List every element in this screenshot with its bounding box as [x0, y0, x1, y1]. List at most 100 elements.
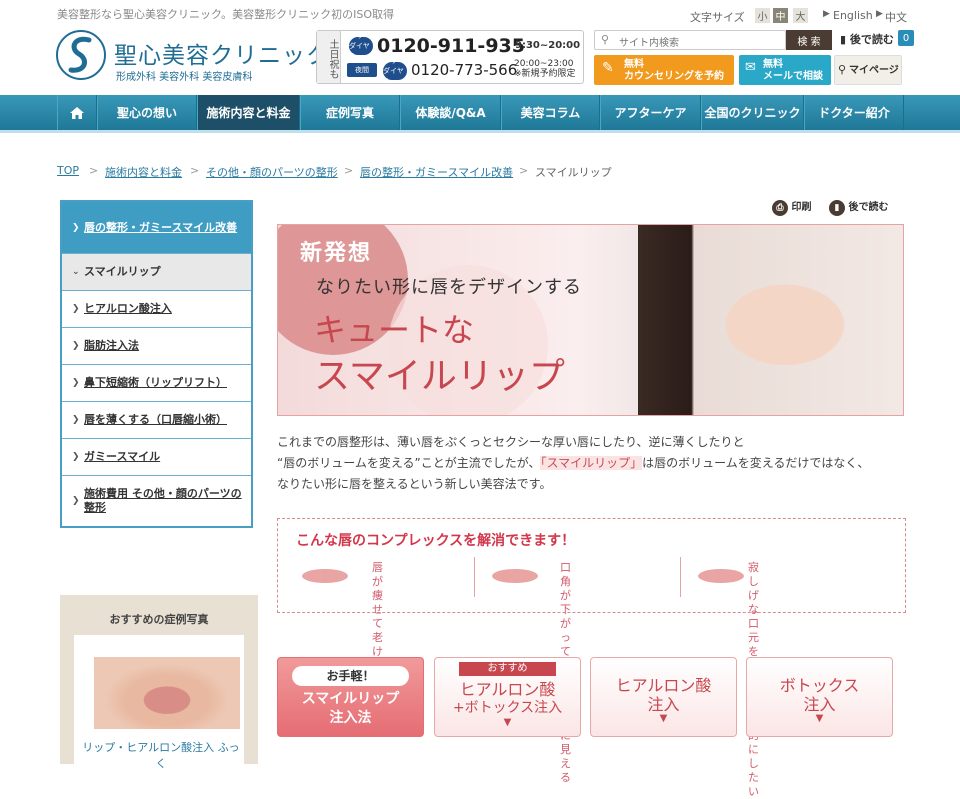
lang-english-link[interactable]: English: [833, 9, 873, 22]
smile-lip-injection-button[interactable]: お手軽！ スマイルリップ 注入法: [277, 657, 424, 737]
chevron-right-icon: ❯: [72, 452, 80, 462]
button-label: ヒアルロン酸: [615, 676, 712, 695]
sidebar-item-label: 鼻下短縮術（リップリフト）: [84, 376, 227, 389]
chevron-down-icon: ⌄: [72, 267, 80, 277]
read-later-label: 後で読む: [848, 202, 889, 213]
mail-free-label: 無料: [763, 59, 783, 70]
weekend-label: 土日祝も: [317, 31, 341, 83]
search-input[interactable]: [595, 34, 755, 53]
sidebar-item-fat-injection[interactable]: ❯ 脂肪注入法: [62, 328, 251, 365]
nav-treatments[interactable]: 施術内容と料金: [197, 95, 300, 130]
botox-injection-button[interactable]: ボトックス 注入 ▼: [746, 657, 893, 737]
print-label: 印刷: [791, 202, 812, 213]
hero-banner: 新発想 なりたい形に唇をデザインする キュートな スマイルリップ: [277, 224, 904, 416]
free-dial-icon-night: フリーダイヤル: [383, 57, 407, 85]
print-button[interactable]: ⎙ 印刷: [772, 198, 811, 216]
mail-icon: ✉: [745, 60, 756, 75]
counseling-reservation-button[interactable]: ✎ 無料 カウンセリングを予約: [594, 55, 734, 85]
button-label: ヒアルロン酸: [459, 680, 556, 699]
chevron-right-icon: ❯: [72, 378, 80, 388]
sidebar-item-label: ガミースマイル: [84, 450, 161, 463]
chevron-right-icon: ❯: [72, 496, 80, 506]
breadcrumb-lips[interactable]: 唇の整形・ガミースマイル改善: [360, 164, 513, 180]
phone-hours-main: 9:30~20:00: [515, 40, 581, 51]
nav-aftercare[interactable]: アフターケア: [600, 95, 701, 130]
mail-consultation-button[interactable]: ✉ 無料 メールで相談: [739, 55, 831, 85]
hero-title-line2: スマイルリップ: [314, 356, 565, 397]
read-later-button[interactable]: ▮ 後で読む: [829, 198, 888, 216]
search-button[interactable]: 検 索: [786, 30, 832, 50]
phone-number-main[interactable]: 0120-911-935: [377, 35, 525, 57]
mypage-label: マイページ: [849, 65, 899, 76]
lips-icon: [302, 569, 348, 583]
chevron-right-icon: ❯: [72, 304, 80, 314]
sidebar-item-label: 唇を薄くする（口唇縮小術）: [84, 413, 227, 426]
sidebar-item-label: ヒアルロン酸注入: [84, 302, 172, 315]
lang-chinese-link[interactable]: 中文: [885, 9, 907, 25]
font-size-medium-button[interactable]: 中: [773, 8, 788, 23]
recommended-badge: おすすめ: [459, 662, 556, 676]
divider: [474, 557, 475, 597]
complex-panel: こんな唇のコンプレックスを解消できます！ 唇が痩せて 老け顔に見える 口角が下が…: [277, 518, 906, 798]
sidebar-item-label: 施術費用 その他・顔のパーツの整形: [84, 487, 242, 514]
mypage-button[interactable]: ⚲ マイページ: [834, 55, 902, 85]
clinic-logo-icon[interactable]: [55, 28, 107, 82]
font-size-small-button[interactable]: 小: [755, 8, 770, 23]
night-note: ※新規予約限定: [514, 69, 576, 79]
sidebar-item-hyaluronic[interactable]: ❯ ヒアルロン酸注入: [62, 291, 251, 328]
recommended-cases-title: おすすめの症例写真: [109, 613, 209, 626]
read-later-link[interactable]: ▮ 後で読む: [840, 31, 894, 47]
clinic-logo-subtitle: 形成外科 美容外科 美容皮膚科: [116, 72, 253, 83]
nav-doctors[interactable]: ドクター紹介: [804, 95, 904, 130]
phone-number-night[interactable]: 0120-773-566: [411, 61, 517, 79]
nav-column[interactable]: 美容コラム: [501, 95, 600, 130]
button-label: +ボトックス注入: [452, 700, 563, 716]
complex-line: 唇が痩せて: [372, 561, 383, 630]
sidebar-item-label: スマイルリップ: [84, 265, 161, 278]
breadcrumb-treatments[interactable]: 施術内容と料金: [105, 164, 182, 180]
intro-line: “唇のボリュームを変える”ことが主流でしたが、「スマイルリップ」は唇のボリューム…: [277, 453, 907, 474]
counsel-free-label: 無料: [624, 59, 644, 70]
nav-clinics[interactable]: 全国のクリニック: [701, 95, 804, 130]
phone-box: 土日祝も フリーダイヤル 0120-911-935 9:30~20:00 夜間 …: [316, 30, 584, 85]
font-size-large-button[interactable]: 大: [793, 8, 808, 23]
sidebar-item-lip-surgery[interactable]: ❯ 唇の整形・ガミースマイル改善: [62, 202, 251, 254]
breadcrumb-separator: >: [89, 164, 99, 177]
bookmark-icon: ▮: [840, 33, 847, 46]
hero-title-line1: キュートな: [314, 311, 475, 349]
breadcrumb-face-parts[interactable]: その他・顔のパーツの整形: [206, 164, 338, 180]
recommended-case-card[interactable]: リップ・ヒアルロン酸注入 ふっく: [74, 635, 244, 770]
sidebar-item-label: 唇の整形・ガミースマイル改善: [84, 220, 238, 234]
nav-philosophy[interactable]: 聖心の想い: [97, 95, 197, 130]
complex-line: 口角が下がって: [560, 561, 571, 658]
sidebar-item-lip-reduction[interactable]: ❯ 唇を薄くする（口唇縮小術）: [62, 402, 251, 439]
chevron-down-icon: ▼: [815, 713, 824, 724]
nav-experiences[interactable]: 体験談/Q&A: [400, 95, 501, 130]
chevron-down-icon: ▼: [659, 713, 668, 724]
sidebar-item-pricing[interactable]: ❯ 施術費用 その他・顔のパーツの整形: [62, 476, 251, 526]
sidebar-item-smile-lip[interactable]: ⌄ スマイルリップ: [62, 254, 251, 291]
breadcrumb-top[interactable]: TOP: [57, 164, 79, 177]
home-icon[interactable]: [57, 95, 97, 130]
hero-model-photo: [638, 225, 903, 415]
case-photo[interactable]: [94, 657, 240, 729]
nav-cases[interactable]: 症例写真: [300, 95, 400, 130]
intro-line: なりたい形に唇を整えるという新しい美容法です。: [277, 477, 552, 491]
hyaluronic-botox-button[interactable]: おすすめ ヒアルロン酸 +ボトックス注入 ▼: [434, 657, 581, 737]
night-hours: 20:00~23:00: [514, 59, 574, 69]
chevron-right-icon: ▶: [823, 9, 830, 19]
hyaluronic-injection-button[interactable]: ヒアルロン酸 注入 ▼: [590, 657, 737, 737]
button-label: 注入: [803, 695, 836, 714]
hero-new-concept: 新発想: [300, 241, 373, 266]
clinic-logo-title[interactable]: 聖心美容クリニック: [114, 36, 330, 70]
lips-icon: [492, 569, 538, 583]
search-box: ⚲: [594, 30, 786, 53]
mail-label: メールで相談: [763, 71, 823, 82]
intro-segment: “唇のボリュームを変える”ことが主流でしたが、: [277, 456, 541, 470]
sidebar-item-lip-lift[interactable]: ❯ 鼻下短縮術（リップリフト）: [62, 365, 251, 402]
case-caption[interactable]: リップ・ヒアルロン酸注入 ふっく: [78, 739, 244, 771]
sidebar-item-gummy-smile[interactable]: ❯ ガミースマイル: [62, 439, 251, 476]
sidebar-item-label: 脂肪注入法: [84, 339, 139, 352]
breadcrumb-separator: >: [344, 164, 354, 177]
chevron-right-icon: ❯: [72, 222, 80, 233]
